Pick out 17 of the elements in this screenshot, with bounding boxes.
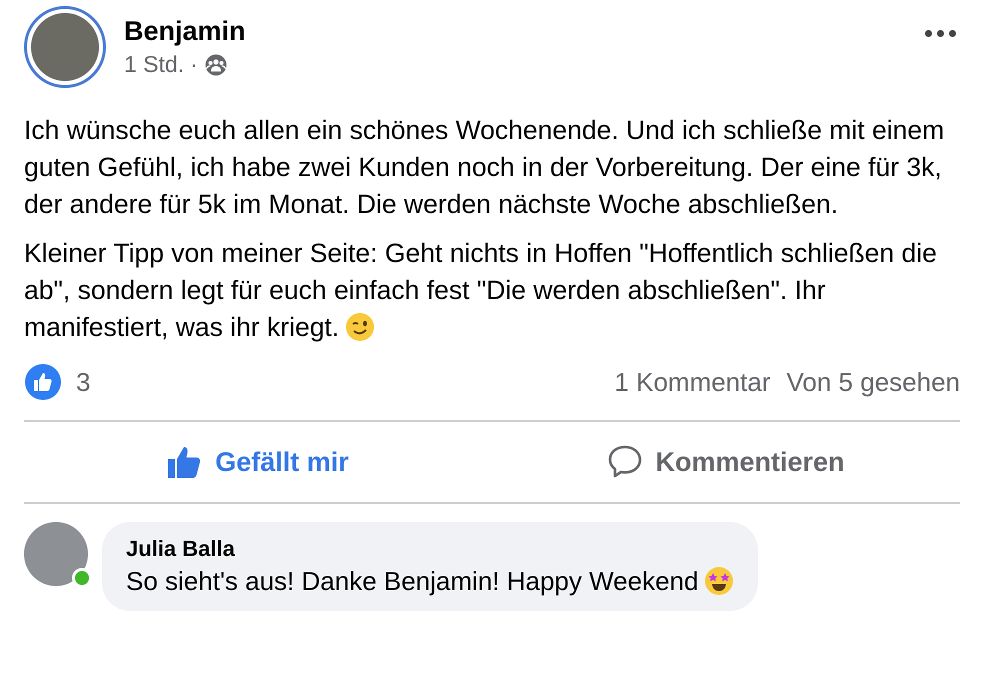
speech-bubble-icon — [607, 445, 644, 479]
like-reaction-icon[interactable] — [24, 363, 62, 401]
commenter-name[interactable]: Julia Balla — [126, 536, 734, 562]
reaction-count[interactable]: 3 — [76, 366, 90, 398]
post-time[interactable]: 1 Std. — [124, 51, 184, 78]
comment-count[interactable]: 1 Kommentar — [614, 366, 770, 398]
winking-face-icon — [345, 312, 376, 342]
star-eyes-face-icon — [704, 566, 734, 596]
seen-count[interactable]: Von 5 gesehen — [786, 366, 960, 398]
post-text: Kleiner Tipp von meiner Seite: Geht nichts in Hoffen "Hoffentlich schließen die ab", sondern legt für euch einfach fest "Die werden abschließen". Ihr manifestiert, was ihr kriegt. — [24, 237, 938, 344]
group-icon — [204, 54, 228, 76]
author-name[interactable]: Benjamin — [124, 16, 903, 47]
comment-button[interactable]: Kommentieren — [492, 432, 960, 492]
comment-text: So sieht's aus! Danke Benjamin! Happy Weekend — [126, 566, 734, 597]
post-text: Ich wünsche euch allen ein schönes Wochenende. Und ich schließe mit einem guten Gefühl, ich habe zwei Kunden noch in der Vorbereitung. Der eine für 3k, der andere für 5k im Monat. Die werden nächste Woche abschließen. — [24, 114, 946, 221]
like-button[interactable]: Gefällt mir — [24, 432, 492, 492]
separator: · — [190, 51, 198, 78]
